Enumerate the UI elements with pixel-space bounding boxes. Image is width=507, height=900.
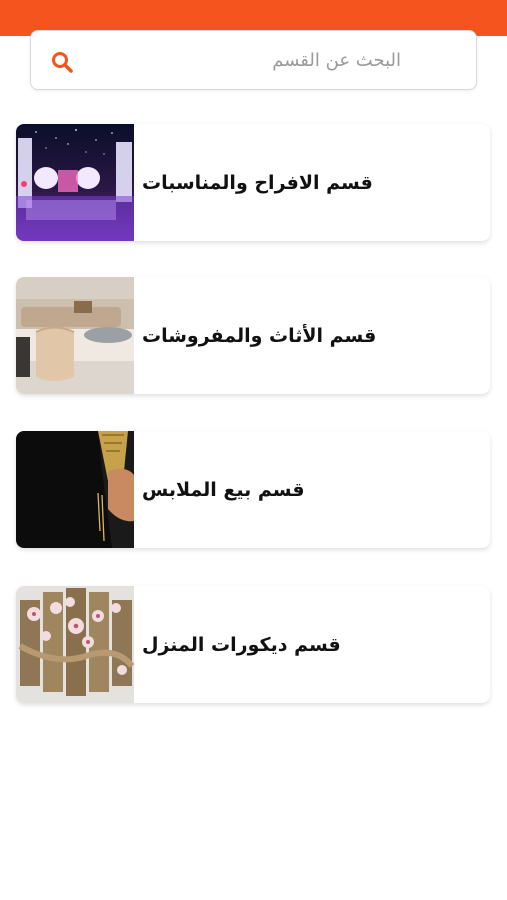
category-card-furniture[interactable]: قسم الأثاث والمفروشات [16, 277, 490, 394]
category-card-clothing[interactable]: قسم بيع الملابس [16, 431, 490, 548]
category-card-events[interactable]: قسم الافراح والمناسبات [16, 124, 490, 241]
search-input[interactable] [101, 43, 401, 77]
search-bar[interactable] [30, 30, 477, 90]
category-label: قسم الافراح والمناسبات [142, 171, 373, 194]
category-label: قسم الأثاث والمفروشات [142, 324, 377, 347]
living-room-furniture-photo [16, 277, 134, 394]
category-label: قسم بيع الملابس [142, 478, 305, 501]
floral-wall-art-photo [16, 586, 134, 703]
dark-robe-photo [16, 431, 134, 548]
category-card-decor[interactable]: قسم ديكورات المنزل [16, 586, 490, 703]
search-icon[interactable] [51, 51, 73, 73]
event-stage-photo [16, 124, 134, 241]
category-label: قسم ديكورات المنزل [142, 633, 341, 656]
